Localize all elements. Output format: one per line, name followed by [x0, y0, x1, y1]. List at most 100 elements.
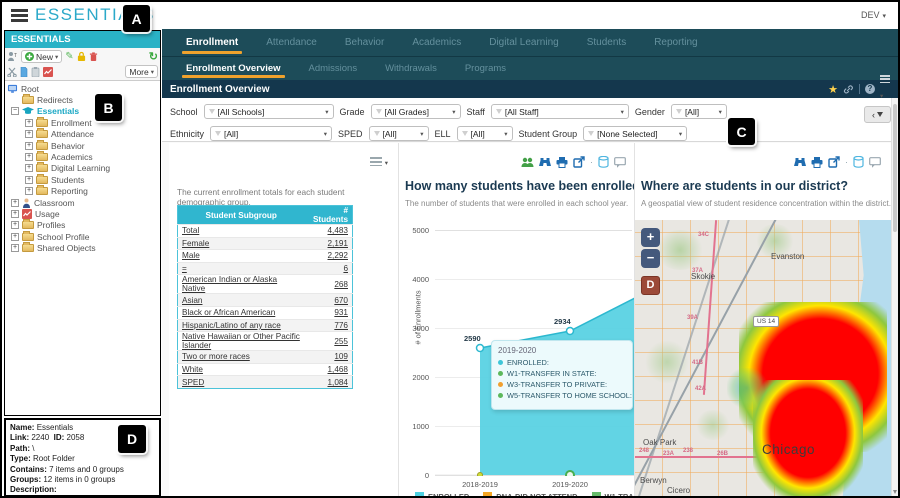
scrollbar[interactable] [891, 98, 898, 496]
subtab-withdrawals[interactable]: Withdrawals [371, 57, 451, 80]
tree-item-classroom[interactable]: Classroom [11, 197, 160, 208]
tree-item-profiles[interactable]: Profiles [11, 220, 160, 231]
user-type-icon[interactable]: T [7, 51, 18, 62]
tab-enrollment[interactable]: Enrollment [172, 29, 252, 56]
students-group-icon[interactable] [521, 157, 534, 168]
legend-item[interactable]: DNA-DID NOT ATTEND [483, 492, 577, 496]
chevron-left-icon: ‹ [872, 110, 875, 120]
comment-icon[interactable] [614, 157, 626, 168]
expand-expander-icon[interactable] [25, 142, 33, 150]
tree-item-students[interactable]: Students [25, 174, 160, 185]
tab-behavior[interactable]: Behavior [331, 29, 398, 56]
copy-icon[interactable] [20, 67, 28, 77]
export-icon[interactable] [828, 156, 840, 168]
comment-icon[interactable] [869, 157, 881, 168]
explore-binoculars-icon[interactable] [539, 157, 551, 168]
table-row: American Indian or Alaska Native268 [178, 275, 353, 294]
more-button[interactable]: More [125, 65, 158, 78]
expand-expander-icon[interactable] [25, 176, 33, 184]
edit-icon[interactable]: ✎ [65, 52, 73, 62]
expand-expander-icon[interactable] [25, 164, 33, 172]
explore-binoculars-icon[interactable] [794, 157, 806, 168]
tree-item-enrollment[interactable]: Enrollment [25, 117, 160, 128]
student-group-filter-dropdown[interactable]: [None Selected] [583, 126, 687, 141]
cut-icon[interactable] [7, 67, 17, 77]
tree-item-essentials[interactable]: Essentials [11, 106, 160, 117]
tree-item-school-profile[interactable]: School Profile [11, 231, 160, 242]
expand-expander-icon[interactable] [11, 199, 19, 207]
tree-item-shared-objects[interactable]: Shared Objects [11, 242, 160, 253]
tree-item-usage[interactable]: Usage [11, 208, 160, 219]
tree-item-redirects[interactable]: Redirects [11, 94, 160, 105]
ethnicity-filter-dropdown[interactable]: [All] [210, 126, 332, 141]
print-icon[interactable] [811, 157, 823, 168]
col-header-students[interactable]: # Students [304, 206, 352, 225]
expand-expander-icon[interactable] [11, 244, 19, 252]
tree-item-digital-learning[interactable]: Digital Learning [25, 163, 160, 174]
legend-item[interactable]: ENROLLED [415, 492, 469, 496]
district-map[interactable]: 34C 37A 39A 41B 42A 248 23A 238 26B 29A … [635, 220, 895, 496]
map-d-marker-badge[interactable]: D [641, 276, 660, 295]
tree-item-attendance[interactable]: Attendance [25, 129, 160, 140]
lock-icon[interactable] [77, 51, 86, 62]
scrollbar-thumb[interactable] [893, 104, 897, 232]
favorite-star-icon[interactable]: ★ [828, 83, 838, 96]
subtab-enrollment-overview[interactable]: Enrollment Overview [172, 57, 295, 80]
new-button[interactable]: New [21, 50, 62, 63]
filter-bar: School [All Schools] Grade [All Grades] … [162, 98, 898, 142]
panel-demographics: The current enrollment totals for each s… [169, 143, 399, 496]
tab-digital-learning[interactable]: Digital Learning [475, 29, 573, 56]
subtab-admissions[interactable]: Admissions [295, 57, 372, 80]
refresh-icon[interactable]: ↻ [149, 52, 158, 62]
legend-item[interactable]: W1-TRA [592, 492, 634, 496]
collapse-filters-button[interactable]: ‹ [864, 106, 891, 123]
scrollbar-down-arrow-icon[interactable] [893, 490, 897, 494]
panel-menu-icon[interactable] [370, 157, 388, 168]
export-icon[interactable] [573, 156, 585, 168]
subtab-programs[interactable]: Programs [451, 57, 520, 80]
expand-expander-icon[interactable] [11, 210, 19, 218]
sped-filter-dropdown[interactable]: [All] [369, 126, 429, 141]
folder-icon [22, 233, 34, 241]
gender-filter-dropdown[interactable]: [All] [671, 104, 727, 119]
expand-expander-icon[interactable] [11, 221, 19, 229]
environment-dropdown[interactable]: DEV [861, 10, 886, 20]
expand-expander-icon[interactable] [25, 130, 33, 138]
info-type: Type: Root Folder [10, 454, 155, 464]
map-subtitle: A geospatial view of student residence c… [641, 199, 893, 208]
data-source-icon[interactable] [598, 156, 609, 168]
tab-students[interactable]: Students [573, 29, 640, 56]
grade-filter-dropdown[interactable]: [All Grades] [371, 104, 461, 119]
folder-icon [36, 164, 48, 172]
print-icon[interactable] [556, 157, 568, 168]
hamburger-menu-icon[interactable] [11, 9, 28, 22]
map-zoom-in-button[interactable]: + [641, 228, 660, 247]
map-zoom-out-button[interactable]: − [641, 249, 660, 268]
tree-item-behavior[interactable]: Behavior [25, 140, 160, 151]
staff-filter-dropdown[interactable]: [All Staff] [491, 104, 629, 119]
tree-item-root[interactable]: Root [7, 83, 160, 94]
funnel-icon [374, 131, 380, 136]
tree-item-reporting[interactable]: Reporting [25, 186, 160, 197]
heatmap-low-density-blob [727, 368, 767, 408]
help-icon[interactable]: ? [865, 84, 875, 94]
expand-expander-icon[interactable] [25, 153, 33, 161]
school-filter-dropdown[interactable]: [All Schools] [204, 104, 334, 119]
tree-item-academics[interactable]: Academics [25, 151, 160, 162]
expand-expander-icon[interactable] [25, 187, 33, 195]
col-header-subgroup[interactable]: Student Subgroup [178, 206, 305, 225]
tab-attendance[interactable]: Attendance [252, 29, 331, 56]
folder-icon [36, 130, 48, 138]
expand-expander-icon[interactable] [11, 233, 19, 241]
tab-reporting[interactable]: Reporting [640, 29, 711, 56]
tab-academics[interactable]: Academics [398, 29, 475, 56]
share-link-icon[interactable] [843, 84, 854, 95]
delete-icon[interactable] [89, 52, 98, 62]
report-icon[interactable] [43, 67, 53, 77]
expand-expander-icon[interactable] [25, 119, 33, 127]
axis-marker-2019 [566, 471, 574, 476]
paste-icon[interactable] [31, 67, 40, 77]
data-source-icon[interactable] [853, 156, 864, 168]
collapse-expander-icon[interactable] [11, 107, 19, 115]
ell-filter-dropdown[interactable]: [All] [457, 126, 513, 141]
